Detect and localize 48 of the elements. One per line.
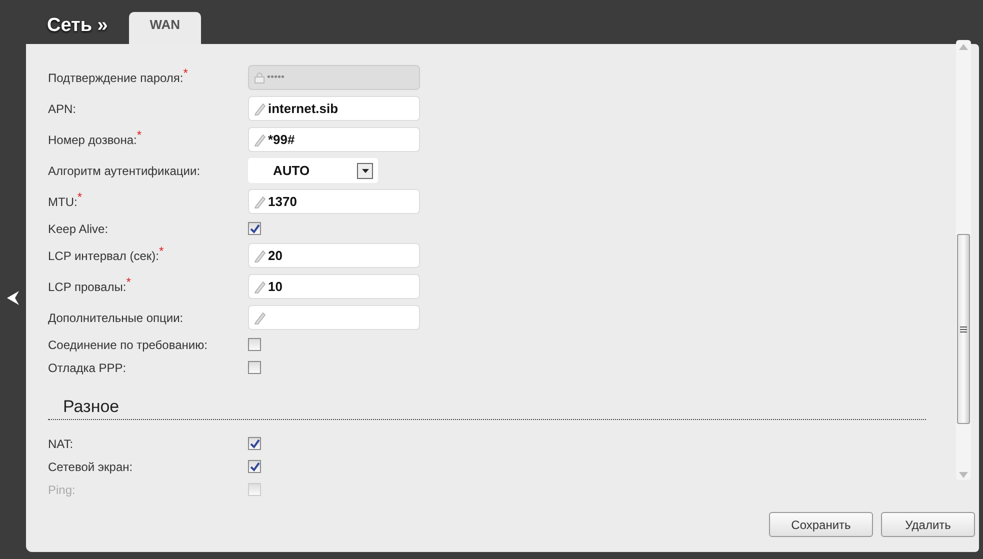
section-title: Сеть » — [47, 14, 108, 38]
dropdown-button[interactable] — [357, 162, 373, 178]
text-input[interactable]: internet.sib — [268, 97, 419, 120]
text-input[interactable]: 1370 — [268, 190, 419, 213]
field-label: Сетевой экран: — [48, 458, 134, 476]
dropdown[interactable]: AUTO — [248, 158, 378, 183]
checkmark-icon — [250, 224, 260, 234]
input-field[interactable] — [248, 305, 420, 330]
text-input[interactable]: 20 — [268, 244, 419, 267]
pencil-icon — [254, 310, 266, 324]
checkbox[interactable] — [248, 437, 261, 450]
section-heading: Разное — [63, 397, 120, 418]
pencil-icon — [254, 248, 266, 262]
checkmark-icon — [250, 438, 260, 449]
field-label: Соединение по требованию: — [48, 336, 208, 354]
input-field[interactable]: 20 — [248, 243, 420, 268]
pencil-icon — [254, 132, 266, 146]
field-label: Отладка PPP: — [48, 360, 128, 376]
pencil-icon — [254, 280, 266, 294]
input-field[interactable]: internet.sib — [248, 96, 420, 121]
scrollbar-thumb[interactable] — [957, 234, 970, 424]
field-label: Keep Alive: — [48, 220, 110, 238]
field-label: Дополнительные опции: — [48, 310, 184, 326]
checkmark-icon — [250, 462, 260, 472]
tab[interactable]: WAN — [128, 12, 201, 44]
delete-button[interactable]: Удалить — [881, 512, 975, 537]
save-button[interactable]: Сохранить — [769, 512, 873, 537]
scrollbar[interactable] — [956, 40, 971, 480]
text-input[interactable]: 10 — [268, 275, 419, 298]
input-field[interactable]: *99# — [248, 127, 420, 152]
lock-icon — [254, 72, 265, 84]
field-label: Ping: — [48, 482, 76, 499]
pencil-icon — [254, 194, 266, 208]
scroll-up-icon[interactable] — [959, 44, 968, 50]
scroll-down-icon[interactable] — [959, 472, 968, 478]
checkbox[interactable] — [248, 361, 261, 374]
collapse-arrow-icon[interactable] — [6, 290, 20, 306]
text-input[interactable]: *99# — [268, 128, 419, 151]
checkbox[interactable] — [248, 338, 261, 351]
field-label: NAT: — [48, 436, 74, 453]
input-field[interactable]: 1370 — [248, 189, 420, 214]
field-label: Алгоритм аутентификации: — [48, 162, 202, 180]
caret-icon — [362, 168, 368, 172]
field-label: APN: — [48, 100, 78, 118]
input-field[interactable]: 10 — [248, 274, 420, 299]
checkbox[interactable] — [248, 222, 261, 235]
pencil-icon — [254, 102, 266, 116]
checkbox[interactable] — [248, 460, 261, 474]
